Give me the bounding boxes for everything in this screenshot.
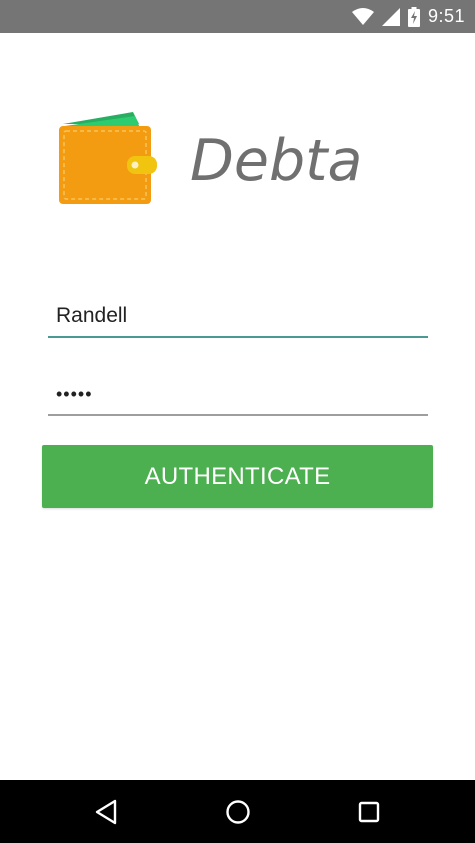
username-field[interactable] <box>48 296 428 338</box>
back-icon[interactable] <box>84 790 128 834</box>
status-icons: 9:51 <box>351 0 465 33</box>
app-title: Debta <box>190 128 363 194</box>
password-input[interactable] <box>48 374 428 414</box>
recents-icon[interactable] <box>347 790 391 834</box>
status-bar: 9:51 <box>0 0 475 33</box>
battery-charging-icon <box>407 6 420 27</box>
login-screen: 9:51 Debta AUTHENTICATE <box>0 0 475 843</box>
signal-icon <box>381 7 400 26</box>
password-field[interactable] <box>48 374 428 416</box>
password-underline <box>48 414 428 416</box>
home-icon[interactable] <box>216 790 260 834</box>
username-input[interactable] <box>48 296 428 336</box>
authenticate-button[interactable]: AUTHENTICATE <box>42 445 433 508</box>
status-time: 9:51 <box>427 6 465 26</box>
username-underline <box>48 336 428 338</box>
wallet-icon <box>55 108 160 208</box>
wifi-icon <box>351 7 374 26</box>
navigation-bar <box>0 780 475 843</box>
